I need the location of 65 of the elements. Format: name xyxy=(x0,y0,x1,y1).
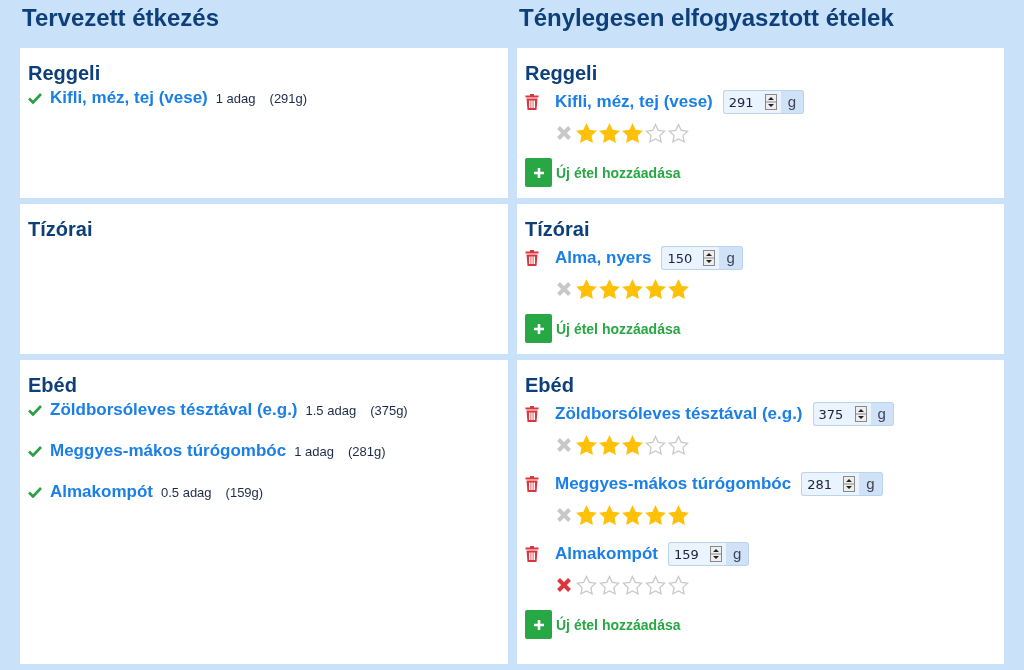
food-link[interactable]: Alma, nyers xyxy=(555,248,652,268)
portion-text: 1 adag xyxy=(294,444,334,459)
food-link[interactable]: Zöldborsóleves tésztával (e.g.) xyxy=(50,400,298,420)
add-button[interactable] xyxy=(525,158,552,187)
food-link[interactable]: Meggyes-mákos túrógombóc xyxy=(555,474,792,494)
add-food-link[interactable]: Új étel hozzáadása xyxy=(556,164,681,181)
food-link[interactable]: Almakompót xyxy=(555,544,658,564)
meal-title: Tízórai xyxy=(525,218,591,241)
meal-title: Ebéd xyxy=(28,374,78,397)
plus-icon xyxy=(532,618,545,631)
reject-icon[interactable] xyxy=(556,577,572,593)
star-icon[interactable] xyxy=(668,434,689,456)
meal-title: Reggeli xyxy=(28,62,102,85)
food-link[interactable]: Zöldborsóleves tésztával (e.g.) xyxy=(555,404,803,424)
star-icon[interactable] xyxy=(645,434,666,456)
star-icon[interactable] xyxy=(576,122,597,144)
add-button[interactable] xyxy=(525,314,552,343)
portion-text: 1 adag xyxy=(215,91,256,106)
column-title: Ténylegesen elfogyasztott ételek xyxy=(518,3,895,33)
trash-icon[interactable] xyxy=(525,250,539,266)
star-icon[interactable] xyxy=(645,504,666,526)
portion-text: 1.5 adag xyxy=(305,403,357,418)
weight-text: (291g) xyxy=(269,91,308,106)
trash-icon[interactable] xyxy=(525,476,539,492)
star-icon[interactable] xyxy=(599,278,620,300)
star-icon[interactable] xyxy=(622,574,643,596)
star-icon[interactable] xyxy=(576,574,597,596)
food-link[interactable]: Kifli, méz, tej (vese) xyxy=(50,88,208,108)
star-icon[interactable] xyxy=(576,504,597,526)
add-food-link[interactable]: Új étel hozzáadása xyxy=(556,320,681,337)
weight-text: (159g) xyxy=(225,485,264,500)
trash-icon[interactable] xyxy=(525,546,539,562)
star-icon[interactable] xyxy=(622,122,643,144)
weight-text: (375g) xyxy=(370,403,408,418)
star-icon[interactable] xyxy=(645,278,666,300)
weight-text: (281g) xyxy=(347,444,386,459)
star-icon[interactable] xyxy=(576,278,597,300)
star-icon[interactable] xyxy=(668,122,689,144)
star-icon[interactable] xyxy=(599,504,620,526)
meal-title: Reggeli xyxy=(525,62,599,85)
meal-title: Ebéd xyxy=(525,374,575,397)
column-title: Tervezett étkezés xyxy=(21,3,220,33)
plus-icon xyxy=(532,166,545,179)
portion-text: 0.5 adag xyxy=(160,485,212,500)
star-icon[interactable] xyxy=(622,504,643,526)
add-button[interactable] xyxy=(525,610,552,639)
trash-icon[interactable] xyxy=(525,406,539,422)
star-icon[interactable] xyxy=(622,278,643,300)
meal-title: Tízórai xyxy=(28,218,94,241)
star-icon[interactable] xyxy=(622,434,643,456)
star-icon[interactable] xyxy=(645,122,666,144)
star-icon[interactable] xyxy=(668,504,689,526)
star-icon[interactable] xyxy=(599,434,620,456)
food-link[interactable]: Kifli, méz, tej (vese) xyxy=(555,92,713,112)
star-icon[interactable] xyxy=(645,574,666,596)
food-link[interactable]: Meggyes-mákos túrógombóc xyxy=(50,441,287,461)
star-icon[interactable] xyxy=(668,278,689,300)
star-icon[interactable] xyxy=(576,434,597,456)
star-icon[interactable] xyxy=(668,574,689,596)
star-icon[interactable] xyxy=(599,574,620,596)
plus-icon xyxy=(532,322,545,335)
star-icon[interactable] xyxy=(599,122,620,144)
food-link[interactable]: Almakompót xyxy=(50,482,153,502)
add-food-link[interactable]: Új étel hozzáadása xyxy=(556,616,681,633)
trash-icon[interactable] xyxy=(525,94,539,110)
